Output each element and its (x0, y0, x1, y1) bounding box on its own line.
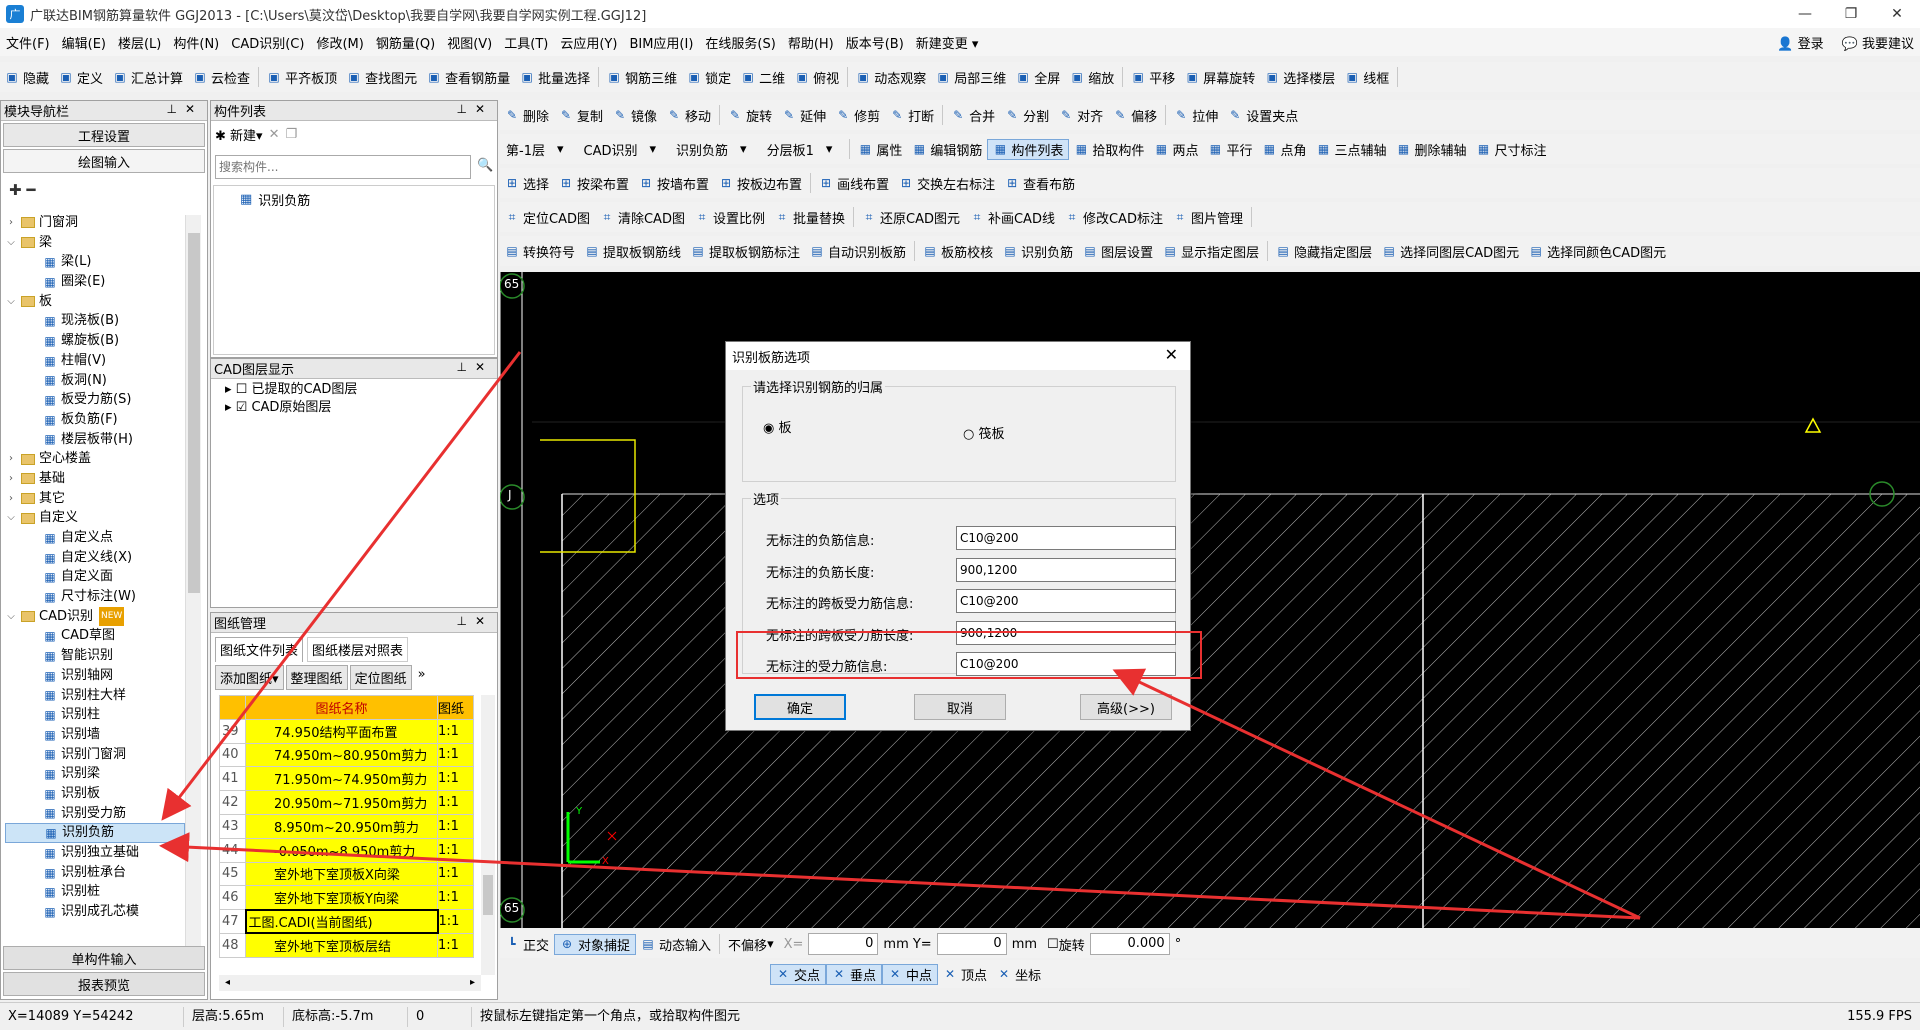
snap-mode-icon: ✕ (890, 967, 901, 981)
offset-select[interactable]: 不偏移 ▾ (723, 935, 779, 954)
snap-mode-icon: ✕ (945, 967, 956, 981)
y-input[interactable]: 0 (936, 933, 1007, 955)
degree-label: ° (1174, 936, 1182, 952)
rotate-input[interactable]: 0.000 (1089, 933, 1170, 955)
annotation-arrows (159, 351, 1641, 920)
snap-mode-bar: ✕ 交点 ✕ 垂点 ✕ 中点 ✕ 顶点 ✕ 坐标 (770, 960, 1470, 988)
snap-mode-button[interactable]: ✕ 坐标 (992, 965, 1046, 984)
fps-readout: 155.9 FPS (1847, 1008, 1912, 1024)
base-elevation: 底标高:-5.7m (284, 1006, 408, 1027)
x-label: X= (783, 936, 804, 952)
object-snap-toggle[interactable]: ⊕ 对象捕捉 (554, 933, 637, 955)
snap-icon: ⊕ (561, 937, 573, 951)
dynamic-input-icon: ▤ (642, 937, 654, 951)
status-hint: 按鼠标左键指定第一个角点，或拾取构件图元 (480, 1008, 741, 1024)
snap-bar: ┗ 正交 ⊕ 对象捕捉 ▤ 动态输入 不偏移 ▾ X= 0 mm Y= 0 mm ☐ … (500, 930, 1920, 958)
x-input[interactable]: 0 (808, 933, 879, 955)
rotate-checkbox[interactable]: ☐ 旋转 (1042, 935, 1090, 954)
snap-mode-button[interactable]: ✕ 垂点 (826, 963, 883, 985)
dynamic-input-toggle[interactable]: ▤ 动态输入 (636, 935, 716, 954)
snap-mode-button[interactable]: ✕ 中点 (882, 963, 939, 985)
y-label: mm Y= (883, 936, 932, 952)
floor-height: 层高:5.65m (184, 1006, 284, 1027)
status-zero: 0 (408, 1006, 472, 1027)
snap-mode-button[interactable]: ✕ 顶点 (938, 965, 992, 984)
snap-mode-icon: ✕ (999, 967, 1010, 981)
ortho-toggle[interactable]: ┗ 正交 (500, 935, 554, 954)
status-bar: X=14089 Y=54242 层高:5.65m 底标高:-5.7m 0 按鼠标… (0, 1002, 1920, 1030)
unit-label: mm (1011, 936, 1038, 952)
snap-mode-icon: ✕ (833, 967, 845, 981)
ortho-icon: ┗ (508, 937, 516, 951)
snap-mode-icon: ✕ (777, 967, 789, 981)
coords-readout: X=14089 Y=54242 (0, 1006, 184, 1027)
snap-mode-button[interactable]: ✕ 交点 (770, 963, 827, 985)
